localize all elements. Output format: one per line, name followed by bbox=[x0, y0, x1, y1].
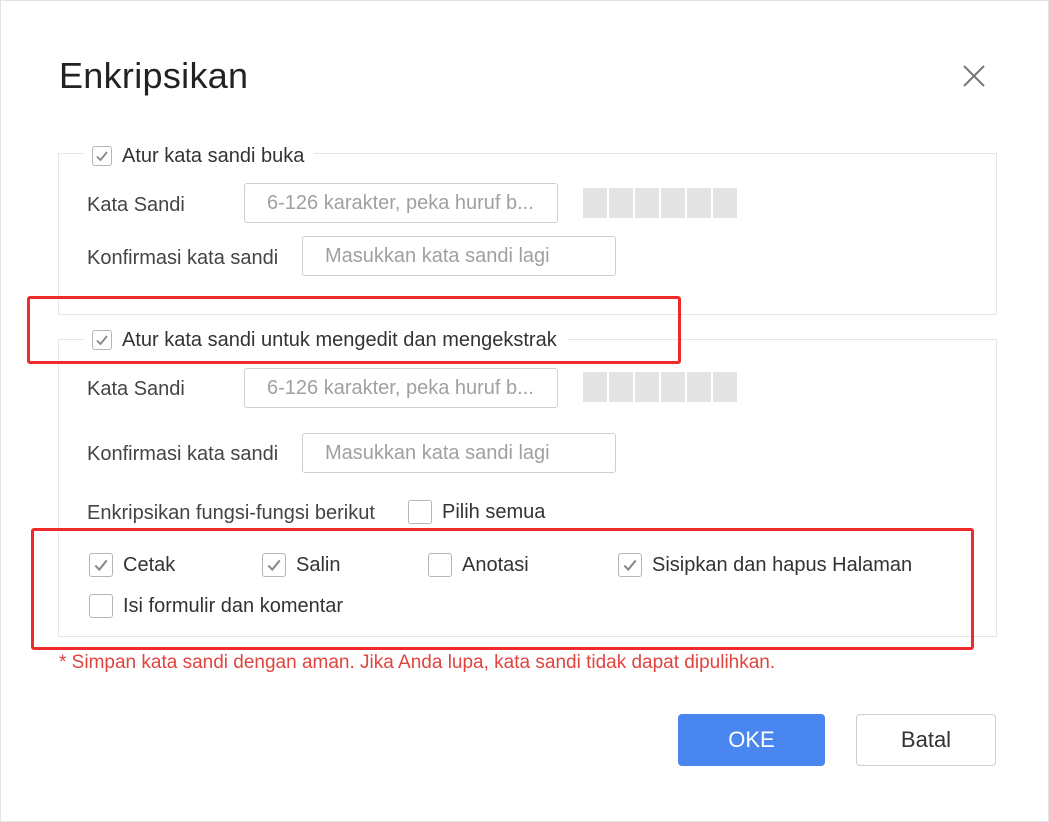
open-confirm-label: Konfirmasi kata sandi bbox=[87, 247, 279, 269]
edit-password-label-text: Kata Sandi bbox=[87, 378, 185, 400]
encrypt-dialog: Enkripsikan Atur kata sandi buka Kata Sa… bbox=[0, 0, 1049, 822]
highlight-box-options bbox=[31, 528, 974, 650]
cancel-button[interactable]: Batal bbox=[856, 714, 996, 766]
select-all-checkbox[interactable] bbox=[408, 500, 432, 524]
edit-confirm-input[interactable]: Masukkan kata sandi lagi bbox=[302, 433, 616, 473]
edit-password-input[interactable]: 6-126 karakter, peka huruf b... bbox=[244, 368, 558, 408]
dialog-title: Enkripsikan bbox=[59, 55, 249, 96]
edit-confirm-label: Konfirmasi kata sandi bbox=[87, 443, 279, 465]
functions-label: Enkripsikan fungsi-fungsi berikut bbox=[87, 502, 375, 524]
open-password-input[interactable]: 6-126 karakter, peka huruf b... bbox=[244, 183, 558, 223]
open-password-label: Atur kata sandi buka bbox=[122, 144, 305, 167]
select-all-option[interactable]: Pilih semua bbox=[408, 500, 545, 524]
open-password-group bbox=[58, 153, 997, 315]
check-icon bbox=[96, 151, 108, 162]
open-confirm-input[interactable]: Masukkan kata sandi lagi bbox=[302, 236, 616, 276]
open-password-toggle[interactable]: Atur kata sandi buka bbox=[84, 143, 315, 169]
highlight-box-edit-toggle bbox=[27, 296, 681, 364]
edit-password-strength-meter bbox=[583, 372, 739, 402]
close-icon[interactable] bbox=[959, 61, 989, 91]
open-password-label-text: Kata Sandi bbox=[87, 194, 185, 216]
warning-text: * Simpan kata sandi dengan aman. Jika An… bbox=[59, 652, 776, 673]
open-password-strength-meter bbox=[583, 188, 739, 218]
ok-button[interactable]: OKE bbox=[678, 714, 825, 766]
open-password-checkbox[interactable] bbox=[92, 146, 112, 166]
select-all-label: Pilih semua bbox=[442, 500, 546, 523]
